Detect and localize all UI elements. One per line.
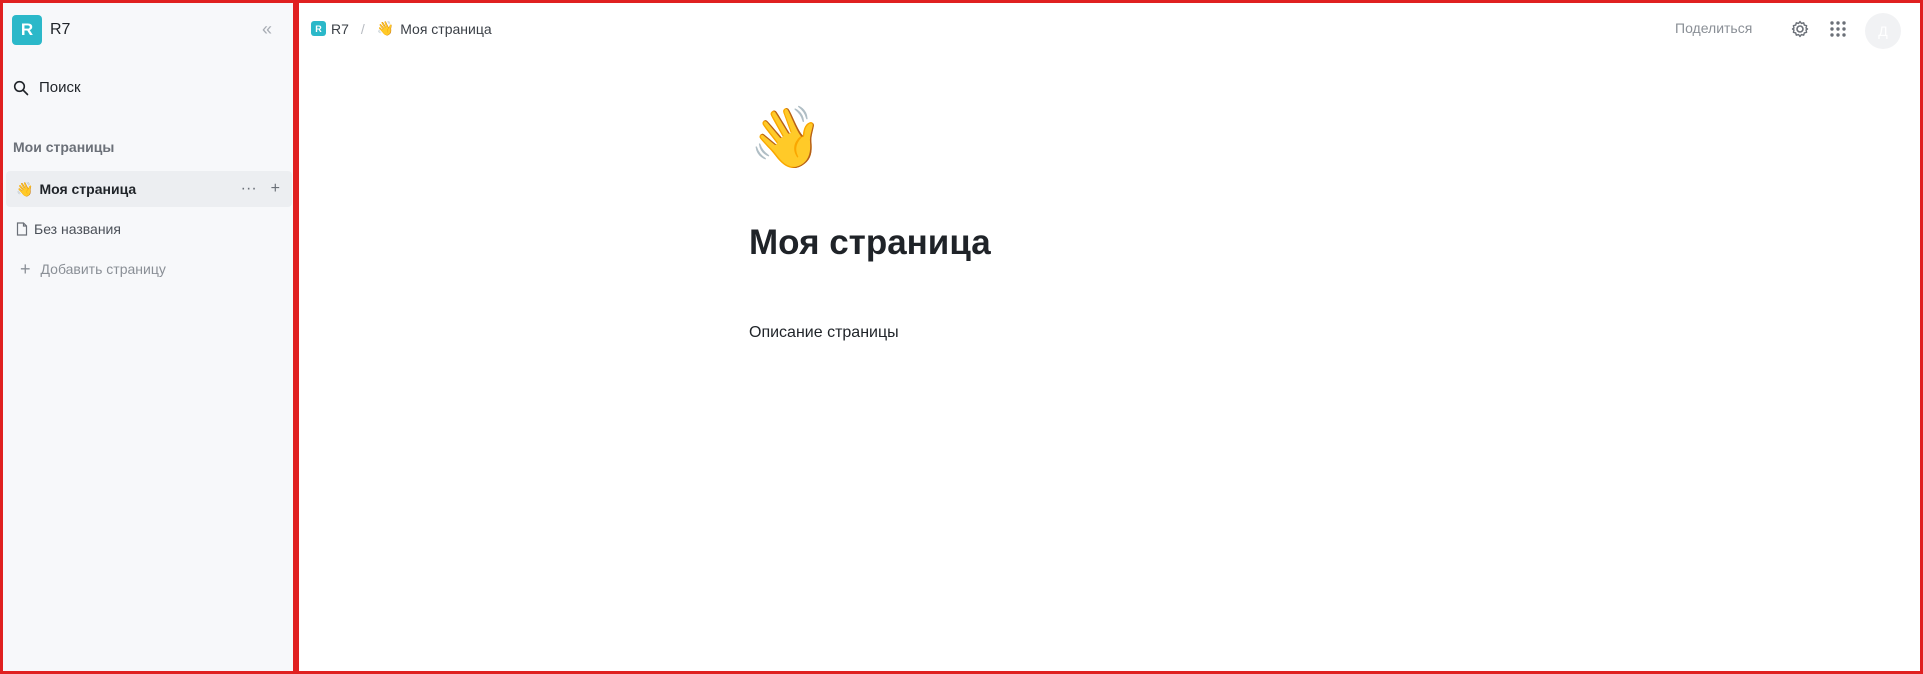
add-page-label: Добавить страницу xyxy=(40,261,166,277)
gear-icon[interactable] xyxy=(1789,18,1811,40)
workspace-name: R7 xyxy=(50,21,71,38)
sidebar-item-untitled[interactable]: Без названия xyxy=(6,211,292,247)
breadcrumb-workspace-logo: R xyxy=(311,21,326,36)
main-content: R R7 / 👋 Моя страница Поделиться Д 👋 Моя… xyxy=(296,0,1923,674)
breadcrumb-current-page[interactable]: Моя страница xyxy=(400,21,491,37)
waving-hand-icon: 👋 xyxy=(376,20,395,36)
add-page-button[interactable]: + Добавить страницу xyxy=(6,251,292,287)
search-button[interactable]: Поиск xyxy=(13,79,81,96)
app-window: R R7 « Поиск Мои страницы 👋 Моя страница… xyxy=(0,0,1923,674)
breadcrumb-root[interactable]: R7 xyxy=(331,21,349,37)
breadcrumb: R R7 / 👋 Моя страница xyxy=(311,20,492,37)
waving-hand-icon: 👋 xyxy=(16,180,34,197)
collapse-sidebar-icon[interactable]: « xyxy=(257,19,277,39)
sidebar-item-label: Без названия xyxy=(34,221,121,237)
share-button[interactable]: Поделиться xyxy=(1675,20,1752,36)
workspace-header[interactable]: R R7 xyxy=(12,15,70,45)
top-bar: R R7 / 👋 Моя страница Поделиться Д xyxy=(299,3,1920,55)
item-actions: ··· + xyxy=(241,171,280,207)
sidebar-item-label: Моя страница xyxy=(39,181,137,197)
search-icon xyxy=(13,80,29,95)
page-emoji-icon[interactable]: 👋 xyxy=(749,103,824,173)
page-description[interactable]: Описание страницы xyxy=(749,324,899,342)
apps-grid-icon[interactable] xyxy=(1829,20,1847,38)
search-label: Поиск xyxy=(39,79,81,96)
page-title[interactable]: Моя страница xyxy=(749,223,991,263)
avatar[interactable]: Д xyxy=(1865,13,1901,49)
section-title-my-pages: Мои страницы xyxy=(13,139,115,155)
workspace-logo: R xyxy=(12,15,42,45)
sidebar-item-my-page[interactable]: 👋 Моя страница ··· + xyxy=(6,171,292,207)
document-icon xyxy=(16,222,28,236)
add-subpage-icon[interactable]: + xyxy=(271,180,280,198)
sidebar: R R7 « Поиск Мои страницы 👋 Моя страница… xyxy=(0,0,296,674)
plus-icon: + xyxy=(20,259,31,279)
more-options-icon[interactable]: ··· xyxy=(241,180,257,198)
breadcrumb-separator: / xyxy=(360,20,365,37)
